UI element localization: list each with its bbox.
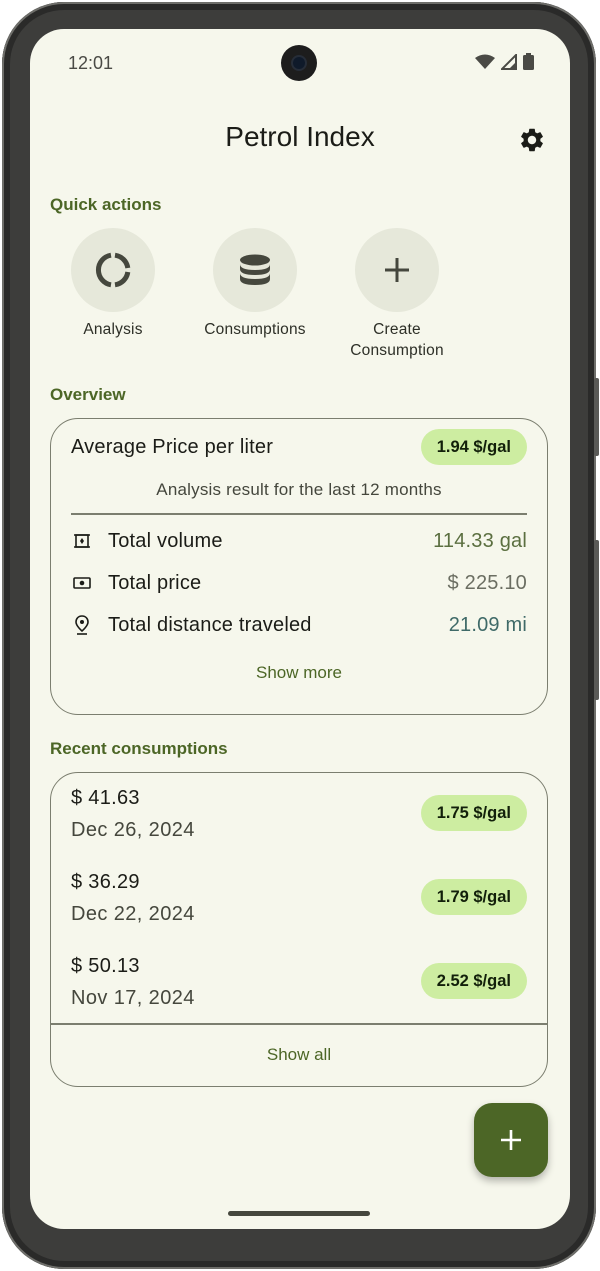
- add-consumption-fab[interactable]: [474, 1103, 548, 1177]
- home-indicator[interactable]: [228, 1211, 370, 1216]
- quick-action-create-consumption[interactable]: Create Consumption: [327, 228, 467, 361]
- stat-total-distance-value: 21.09 mi: [448, 613, 527, 636]
- quick-action-create-label: Create Consumption: [350, 321, 444, 359]
- consumption-amount: $ 36.29: [71, 871, 140, 893]
- status-time: 12:01: [68, 53, 114, 73]
- overview-title: Average Price per liter: [71, 436, 274, 458]
- overview-card: Average Price per liter 1.94 $/gal Analy…: [50, 418, 548, 715]
- consumption-price-chip: 1.79 $/gal: [420, 879, 527, 915]
- average-price-chip: 1.94 $/gal: [420, 429, 527, 465]
- quick-action-consumptions[interactable]: Consumptions: [185, 228, 325, 340]
- status-bar: 12:01: [30, 29, 570, 91]
- status-icons: [475, 52, 534, 75]
- consumption-price-chip: 2.52 $/gal: [420, 963, 527, 999]
- gear-icon: [521, 128, 543, 152]
- consumption-amount: $ 41.63: [71, 787, 140, 809]
- consumption-item[interactable]: $ 50.13 Nov 17, 2024 2.52 $/gal: [51, 955, 547, 1039]
- quick-action-analysis-label: Analysis: [83, 321, 143, 338]
- front-camera: [281, 45, 317, 81]
- stat-total-price: Total price $ 225.10: [71, 569, 527, 597]
- volume-icon: [71, 530, 93, 552]
- database-icon: [240, 254, 270, 285]
- recent-consumptions-heading: Recent consumptions: [50, 739, 228, 758]
- consumption-date: Dec 26, 2024: [71, 819, 195, 841]
- stat-total-distance-label: Total distance traveled: [108, 613, 312, 636]
- consumption-date: Dec 22, 2024: [71, 903, 195, 925]
- plus-icon: [501, 1130, 521, 1150]
- recent-divider: [51, 1023, 547, 1025]
- overview-subtitle: Analysis result for the last 12 months: [156, 480, 442, 499]
- quick-action-analysis[interactable]: Analysis: [43, 228, 183, 340]
- app-title: Petrol Index: [225, 121, 375, 152]
- stat-total-volume: Total volume 114.33 gal: [71, 527, 527, 555]
- quick-actions-heading: Quick actions: [50, 195, 162, 214]
- stat-total-price-value: $ 225.10: [447, 571, 527, 594]
- stat-total-volume-value: 114.33 gal: [433, 529, 527, 552]
- consumption-item[interactable]: $ 36.29 Dec 22, 2024 1.79 $/gal: [51, 871, 547, 955]
- recent-consumptions-card: $ 41.63 Dec 26, 2024 1.75 $/gal $ 36.29 …: [50, 772, 548, 1087]
- donut-chart-icon: [95, 252, 131, 288]
- overview-divider: [71, 513, 527, 515]
- stat-total-volume-label: Total volume: [108, 529, 223, 552]
- consumption-item[interactable]: $ 41.63 Dec 26, 2024 1.75 $/gal: [51, 787, 547, 871]
- quick-action-create-circle: [355, 228, 439, 312]
- consumption-date: Nov 17, 2024: [71, 987, 195, 1009]
- show-all-button[interactable]: Show all: [51, 1045, 547, 1065]
- quick-action-analysis-circle: [71, 228, 155, 312]
- screen: 12:01 Petrol Index Quick actions Analysi…: [30, 29, 570, 1229]
- stat-total-price-label: Total price: [108, 571, 202, 594]
- overview-heading: Overview: [50, 385, 126, 404]
- consumption-price-chip: 1.75 $/gal: [420, 795, 527, 831]
- quick-action-consumptions-circle: [213, 228, 297, 312]
- signal-icon: [499, 52, 517, 75]
- show-more-button[interactable]: Show more: [51, 663, 547, 683]
- power-button: [594, 378, 599, 456]
- wifi-icon: [475, 54, 495, 75]
- volume-button: [594, 540, 599, 700]
- settings-button[interactable]: [516, 124, 548, 156]
- money-icon: [71, 572, 93, 594]
- plus-icon: [385, 258, 409, 282]
- location-pin-icon: [71, 614, 93, 636]
- quick-action-consumptions-label: Consumptions: [204, 321, 306, 338]
- battery-icon: [523, 53, 534, 75]
- consumption-amount: $ 50.13: [71, 955, 140, 977]
- stat-total-distance: Total distance traveled 21.09 mi: [71, 611, 527, 639]
